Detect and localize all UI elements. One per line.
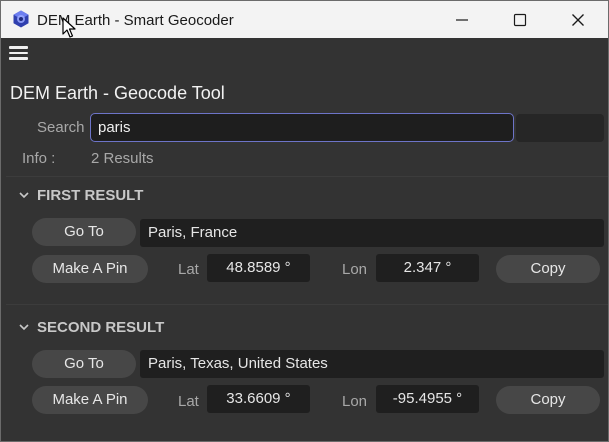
make-pin-button[interactable]: Make A Pin: [32, 255, 148, 283]
lon-label: Lon: [342, 393, 368, 410]
hamburger-menu-icon[interactable]: [9, 45, 29, 61]
maximize-icon: [513, 13, 527, 27]
place-name-field: Paris, Texas, United States: [140, 350, 604, 378]
copy-button[interactable]: Copy: [496, 255, 600, 283]
latitude-field: 48.8589 °: [207, 254, 310, 282]
maximize-button[interactable]: [491, 1, 549, 38]
minimize-button[interactable]: [433, 1, 491, 38]
copy-button[interactable]: Copy: [496, 386, 600, 414]
chevron-down-icon: [19, 324, 29, 331]
search-input[interactable]: [90, 113, 514, 142]
longitude-field: -95.4955 °: [376, 385, 479, 413]
info-value: 2 Results: [91, 150, 154, 167]
mouse-cursor-icon: [62, 17, 76, 38]
chevron-down-icon: [19, 192, 29, 199]
longitude-field: 2.347 °: [376, 254, 479, 282]
divider: [6, 176, 608, 177]
goto-button[interactable]: Go To: [32, 350, 136, 378]
second-result-label: SECOND RESULT: [37, 319, 165, 336]
minimize-icon: [456, 19, 468, 21]
latitude-field: 33.6609 °: [207, 385, 310, 413]
close-button[interactable]: [549, 1, 607, 38]
divider: [6, 304, 608, 305]
lat-label: Lat: [178, 393, 199, 410]
info-label: Info :: [22, 150, 56, 167]
dem-earth-app-icon: [13, 10, 29, 28]
search-side-field: [516, 114, 604, 142]
tool-title: DEM Earth - Geocode Tool: [10, 83, 225, 103]
goto-button[interactable]: Go To: [32, 218, 136, 246]
title-bar[interactable]: DEM Earth - Smart Geocoder: [1, 1, 608, 38]
search-label: Search: [37, 119, 85, 136]
lat-label: Lat: [178, 261, 199, 278]
lon-label: Lon: [342, 261, 368, 278]
place-name-field: Paris, France: [140, 219, 604, 247]
first-result-label: FIRST RESULT: [37, 187, 144, 204]
close-icon: [572, 14, 584, 26]
app-window: DEM Earth - Smart Geocoder DEM Earth - G…: [0, 0, 609, 442]
make-pin-button[interactable]: Make A Pin: [32, 386, 148, 414]
